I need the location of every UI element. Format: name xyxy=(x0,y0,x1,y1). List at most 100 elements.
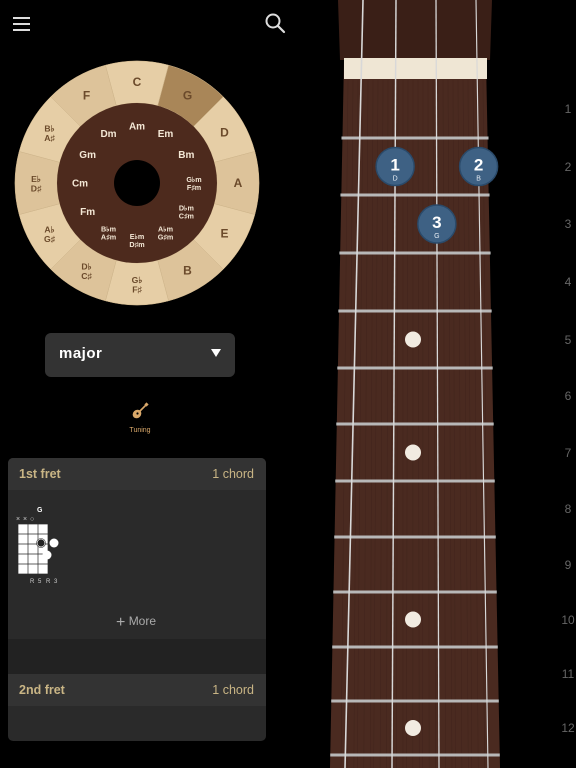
finger-number: 3 xyxy=(432,213,441,232)
svg-text:A♯: A♯ xyxy=(44,133,55,143)
outer-key-label[interactable]: G♭F♯ xyxy=(132,275,143,295)
svg-text:G♯: G♯ xyxy=(44,234,56,244)
inner-key-label[interactable]: A♭mG♯m xyxy=(158,224,174,241)
search-icon[interactable] xyxy=(264,12,286,34)
chevron-down-icon xyxy=(211,349,221,357)
svg-text:A: A xyxy=(234,176,243,190)
outer-key-label[interactable]: A♭G♯ xyxy=(44,225,56,245)
fret-wire xyxy=(338,309,492,313)
finger-number: 1 xyxy=(390,156,399,175)
svg-text:B: B xyxy=(183,264,192,278)
svg-text:Gm: Gm xyxy=(79,150,96,161)
fret-number: 3 xyxy=(564,217,572,231)
svg-text:F♯m: F♯m xyxy=(187,183,201,192)
outer-key-label[interactable]: E♭D♯ xyxy=(31,174,42,194)
inner-key-label[interactable]: Am xyxy=(129,122,145,133)
chord-results-panel[interactable]: 1st fret 1 chord G × × ○ R 5 R 3 + More … xyxy=(8,458,266,741)
inner-key-label[interactable]: G♭mF♯m xyxy=(186,175,201,192)
section-header-1st-fret: 1st fret 1 chord xyxy=(8,458,266,490)
inner-key-label[interactable]: Dm xyxy=(100,129,116,140)
svg-text:D♭: D♭ xyxy=(81,261,91,271)
more-label: More xyxy=(128,614,157,628)
chord-diagram-g-2[interactable]: G × × xyxy=(13,716,73,741)
section-header-2nd-fret: 2nd fret 1 chord xyxy=(8,674,266,706)
chord-diagram-g[interactable]: G × × ○ R 5 R 3 xyxy=(13,504,73,584)
fretboard-grid xyxy=(18,524,48,574)
finger-marker[interactable]: 2B xyxy=(458,146,499,187)
outer-key-label[interactable]: D xyxy=(220,126,229,140)
svg-text:E: E xyxy=(220,227,228,241)
ukulele-icon xyxy=(132,402,149,419)
inner-key-label[interactable]: Gm xyxy=(79,150,96,161)
inner-key-label[interactable]: Fm xyxy=(80,207,95,218)
fret-wire xyxy=(335,479,495,483)
outer-key-label[interactable]: A xyxy=(234,176,243,190)
nut xyxy=(344,58,487,79)
fret-wire xyxy=(340,193,490,197)
outer-key-label[interactable]: D♭C♯ xyxy=(81,261,92,281)
inner-key-label[interactable]: B♭mA♯m xyxy=(101,224,116,241)
svg-text:Dm: Dm xyxy=(100,129,116,140)
string-marker: ○ xyxy=(30,516,34,523)
svg-text:E♭: E♭ xyxy=(31,174,41,184)
scale-dropdown-value: major xyxy=(59,345,103,362)
fret-wire xyxy=(333,590,497,594)
fret-number: 7 xyxy=(564,445,572,460)
fret-wire xyxy=(339,251,491,255)
fret-number: 6 xyxy=(564,389,572,403)
outer-key-label[interactable]: B♭A♯ xyxy=(44,124,55,144)
svg-text:Fm: Fm xyxy=(80,207,95,218)
inner-key-label[interactable]: Cm xyxy=(72,179,88,190)
svg-text:Bm: Bm xyxy=(178,150,194,161)
outer-key-label[interactable]: F xyxy=(83,89,90,103)
scale-dropdown[interactable]: major xyxy=(45,333,235,377)
fret-wire xyxy=(331,699,499,703)
fret-wire xyxy=(330,753,500,757)
interval-label: 5 xyxy=(38,579,42,584)
fret-number: 1 xyxy=(564,101,572,116)
svg-text:D♯: D♯ xyxy=(31,184,42,194)
outer-key-label[interactable]: C xyxy=(133,75,142,89)
svg-text:Em: Em xyxy=(158,129,174,140)
section-title: 1st fret xyxy=(19,467,61,481)
string-marker: × xyxy=(23,516,27,523)
fret-number: 2 xyxy=(564,159,572,174)
svg-text:G: G xyxy=(183,89,192,103)
fretboard[interactable]: 1D 2B3G xyxy=(330,0,500,768)
fret-number: 4 xyxy=(564,275,572,289)
note-name: D xyxy=(393,176,398,183)
fret-inlay-dot xyxy=(405,720,421,736)
svg-text:C♯: C♯ xyxy=(81,271,92,281)
svg-text:B♭: B♭ xyxy=(44,124,54,134)
interval-label: 3 xyxy=(54,579,58,584)
inner-key-label[interactable]: Bm xyxy=(178,150,194,161)
section-title: 2nd fret xyxy=(19,683,65,697)
svg-text:D♯m: D♯m xyxy=(129,240,144,249)
outer-key-label[interactable]: E xyxy=(220,227,228,241)
circle-of-fifths-wheel[interactable]: C G D A E B G♭F♯ D♭C♯ A♭G♯ E♭D♯ B♭A♯ F Am Em Bm G♭mF♯m D… xyxy=(14,60,260,306)
outer-key-label[interactable]: G xyxy=(183,89,192,103)
inner-key-label[interactable]: D♭mC♯m xyxy=(179,204,194,221)
wheel-center-hole xyxy=(114,160,160,206)
svg-text:Cm: Cm xyxy=(72,179,88,190)
fret-number: 8 xyxy=(564,502,572,516)
more-button[interactable]: + More xyxy=(116,614,176,634)
svg-text:C♯m: C♯m xyxy=(179,212,194,221)
svg-text:C: C xyxy=(133,75,142,89)
outer-key-label[interactable]: B xyxy=(183,264,192,278)
fret-number: 9 xyxy=(564,557,572,572)
fret-wire xyxy=(341,136,489,140)
inner-key-label[interactable]: E♭mD♯m xyxy=(129,232,144,249)
chord-count: 1 chord xyxy=(212,683,254,697)
fret-wire xyxy=(336,422,494,426)
hamburger-menu-icon[interactable] xyxy=(12,14,32,34)
chord-count: 1 chord xyxy=(212,467,254,481)
inner-key-label[interactable]: Em xyxy=(158,129,174,140)
finger-marker[interactable]: 1D xyxy=(375,146,415,187)
svg-text:F: F xyxy=(83,89,90,103)
fret-number: 10 xyxy=(561,612,575,627)
finger-marker[interactable]: 3G xyxy=(417,204,457,244)
tuning-button[interactable]: Tuning xyxy=(118,400,162,440)
finger-dot xyxy=(49,538,59,548)
svg-text:A♯m: A♯m xyxy=(101,233,116,242)
